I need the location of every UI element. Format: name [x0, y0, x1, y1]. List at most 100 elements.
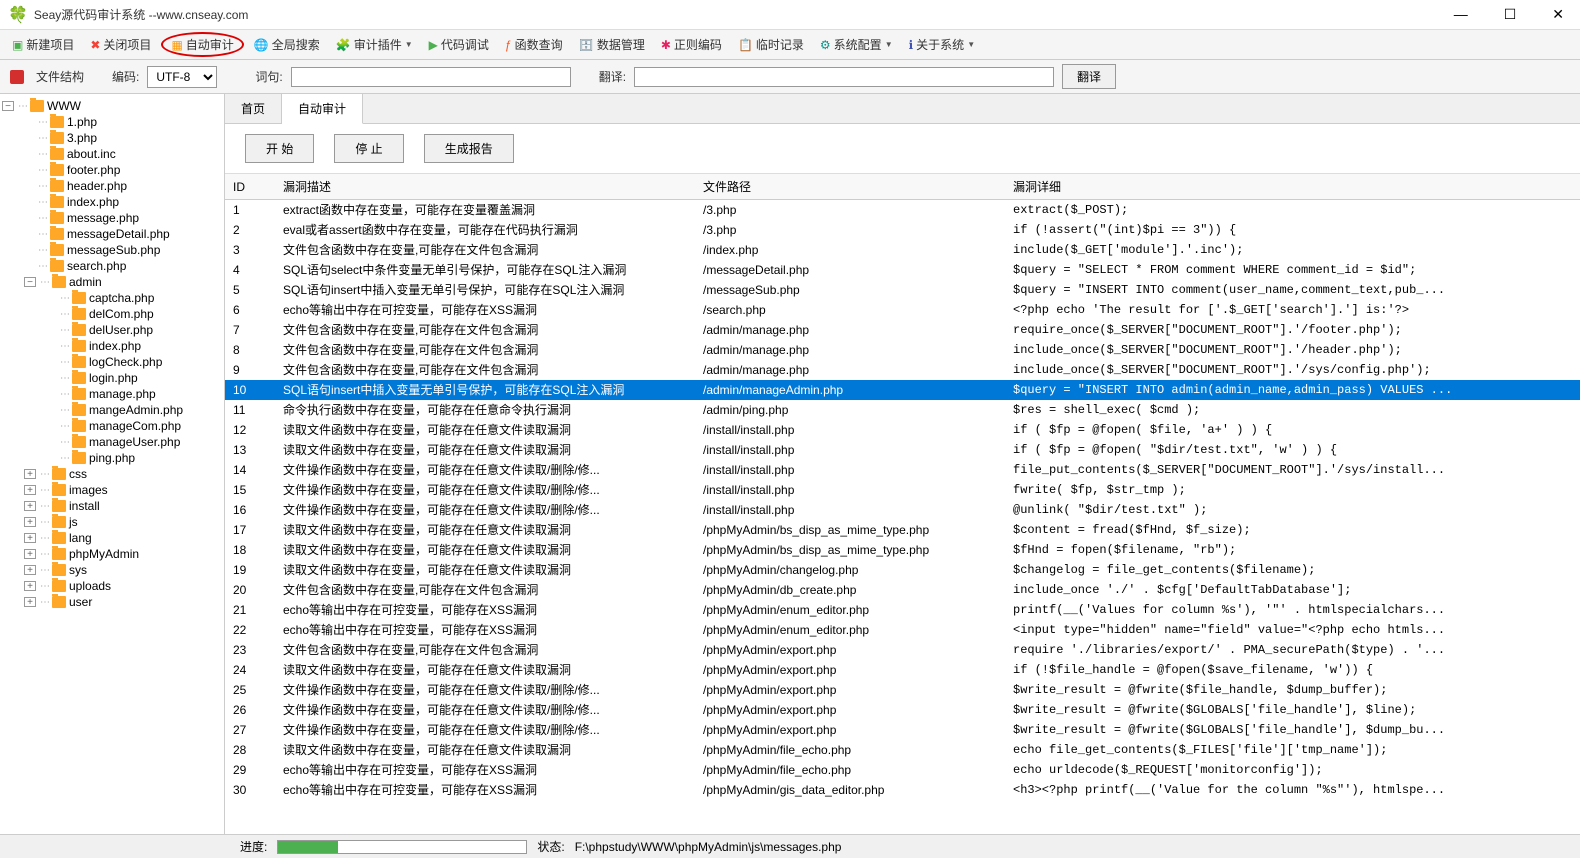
- close-project-button[interactable]: ✖关闭项目: [84, 33, 157, 56]
- tree-file[interactable]: ⋯mangeAdmin.php: [2, 402, 222, 418]
- table-row[interactable]: 20文件包含函数中存在变量,可能存在文件包含漏洞/phpMyAdmin/db_c…: [225, 580, 1580, 600]
- global-search-button[interactable]: 🌐全局搜索: [248, 33, 326, 56]
- col-detail[interactable]: 漏洞详细: [1005, 174, 1580, 200]
- tree-folder[interactable]: +⋯install: [2, 498, 222, 514]
- table-row[interactable]: 19读取文件函数中存在变量，可能存在任意文件读取漏洞/phpMyAdmin/ch…: [225, 560, 1580, 580]
- table-row[interactable]: 10SQL语句insert中插入变量无单引号保护，可能存在SQL注入漏洞/adm…: [225, 380, 1580, 400]
- table-row[interactable]: 28读取文件函数中存在变量，可能存在任意文件读取漏洞/phpMyAdmin/fi…: [225, 740, 1580, 760]
- tree-file[interactable]: ⋯messageDetail.php: [2, 226, 222, 242]
- tree-folder[interactable]: +⋯css: [2, 466, 222, 482]
- table-row[interactable]: 27文件操作函数中存在变量，可能存在任意文件读取/删除/修.../phpMyAd…: [225, 720, 1580, 740]
- table-row[interactable]: 6echo等输出中存在可控变量，可能存在XSS漏洞/search.php<?ph…: [225, 300, 1580, 320]
- table-row[interactable]: 2eval或者assert函数中存在变量，可能存在代码执行漏洞/3.phpif …: [225, 220, 1580, 240]
- start-button[interactable]: 开 始: [245, 134, 314, 163]
- tree-file[interactable]: ⋯header.php: [2, 178, 222, 194]
- about-button[interactable]: ℹ关于系统▼: [903, 33, 982, 56]
- seq-input[interactable]: [291, 67, 571, 87]
- tree-file[interactable]: ⋯search.php: [2, 258, 222, 274]
- func-query-button[interactable]: ƒ函数查询: [499, 33, 569, 56]
- tree-file[interactable]: ⋯delCom.php: [2, 306, 222, 322]
- progress-label: 进度:: [240, 838, 267, 855]
- trans-label: 翻译:: [599, 68, 626, 85]
- table-row[interactable]: 30echo等输出中存在可控变量，可能存在XSS漏洞/phpMyAdmin/gi…: [225, 780, 1580, 800]
- tree-folder[interactable]: +⋯images: [2, 482, 222, 498]
- table-row[interactable]: 8文件包含函数中存在变量,可能存在文件包含漏洞/admin/manage.php…: [225, 340, 1580, 360]
- minimize-button[interactable]: —: [1446, 6, 1476, 23]
- data-manage-button[interactable]: 🗄数据管理: [573, 33, 651, 56]
- tree-folder[interactable]: +⋯user: [2, 594, 222, 610]
- tree-file[interactable]: ⋯captcha.php: [2, 290, 222, 306]
- table-row[interactable]: 23文件包含函数中存在变量,可能存在文件包含漏洞/phpMyAdmin/expo…: [225, 640, 1580, 660]
- table-row[interactable]: 7文件包含函数中存在变量,可能存在文件包含漏洞/admin/manage.php…: [225, 320, 1580, 340]
- tree-file[interactable]: ⋯index.php: [2, 194, 222, 210]
- table-row[interactable]: 18读取文件函数中存在变量，可能存在任意文件读取漏洞/phpMyAdmin/bs…: [225, 540, 1580, 560]
- table-row[interactable]: 15文件操作函数中存在变量，可能存在任意文件读取/删除/修.../install…: [225, 480, 1580, 500]
- table-row[interactable]: 25文件操作函数中存在变量，可能存在任意文件读取/删除/修.../phpMyAd…: [225, 680, 1580, 700]
- col-desc[interactable]: 漏洞描述: [275, 174, 695, 200]
- tree-file[interactable]: ⋯footer.php: [2, 162, 222, 178]
- progress-bar: [277, 840, 527, 854]
- tree-file[interactable]: ⋯about.inc: [2, 146, 222, 162]
- content-panel: 首页 自动审计 开 始 停 止 生成报告 ID 漏洞描述 文件路径 漏洞详细 1…: [225, 94, 1580, 834]
- action-row: 开 始 停 止 生成报告: [225, 124, 1580, 173]
- sys-config-button[interactable]: ⚙系统配置▼: [814, 33, 899, 56]
- tree-folder[interactable]: +⋯lang: [2, 530, 222, 546]
- tree-file[interactable]: ⋯manageUser.php: [2, 434, 222, 450]
- translate-button[interactable]: 翻译: [1062, 64, 1116, 89]
- tree-file[interactable]: ⋯1.php: [2, 114, 222, 130]
- tree-file[interactable]: ⋯message.php: [2, 210, 222, 226]
- trans-input[interactable]: [634, 67, 1054, 87]
- table-row[interactable]: 16文件操作函数中存在变量，可能存在任意文件读取/删除/修.../install…: [225, 500, 1580, 520]
- file-tree[interactable]: −⋯WWW ⋯1.php⋯3.php⋯about.inc⋯footer.php⋯…: [0, 94, 225, 834]
- tree-file[interactable]: ⋯manageCom.php: [2, 418, 222, 434]
- table-row[interactable]: 5SQL语句insert中插入变量无单引号保护，可能存在SQL注入漏洞/mess…: [225, 280, 1580, 300]
- tree-folder[interactable]: +⋯phpMyAdmin: [2, 546, 222, 562]
- table-row[interactable]: 21echo等输出中存在可控变量，可能存在XSS漏洞/phpMyAdmin/en…: [225, 600, 1580, 620]
- table-row[interactable]: 26文件操作函数中存在变量，可能存在任意文件读取/删除/修.../phpMyAd…: [225, 700, 1580, 720]
- maximize-button[interactable]: ☐: [1496, 6, 1525, 23]
- regex-encode-button[interactable]: ✱正则编码: [655, 33, 728, 56]
- table-row[interactable]: 29echo等输出中存在可控变量，可能存在XSS漏洞/phpMyAdmin/fi…: [225, 760, 1580, 780]
- code-debug-button[interactable]: ▶代码调试: [423, 33, 495, 56]
- tree-file[interactable]: ⋯delUser.php: [2, 322, 222, 338]
- table-row[interactable]: 14文件操作函数中存在变量，可能存在任意文件读取/删除/修.../install…: [225, 460, 1580, 480]
- new-project-button[interactable]: ▣新建项目: [6, 33, 80, 56]
- tree-file[interactable]: ⋯logCheck.php: [2, 354, 222, 370]
- close-button[interactable]: ✕: [1544, 6, 1572, 23]
- table-row[interactable]: 13读取文件函数中存在变量，可能存在任意文件读取漏洞/install/insta…: [225, 440, 1580, 460]
- table-row[interactable]: 22echo等输出中存在可控变量，可能存在XSS漏洞/phpMyAdmin/en…: [225, 620, 1580, 640]
- tree-folder-admin[interactable]: −⋯admin: [2, 274, 222, 290]
- table-row[interactable]: 12读取文件函数中存在变量，可能存在任意文件读取漏洞/install/insta…: [225, 420, 1580, 440]
- table-row[interactable]: 11命令执行函数中存在变量，可能存在任意命令执行漏洞/admin/ping.ph…: [225, 400, 1580, 420]
- col-id[interactable]: ID: [225, 174, 275, 200]
- table-row[interactable]: 4SQL语句select中条件变量无单引号保护，可能存在SQL注入漏洞/mess…: [225, 260, 1580, 280]
- main-area: −⋯WWW ⋯1.php⋯3.php⋯about.inc⋯footer.php⋯…: [0, 94, 1580, 834]
- tree-file[interactable]: ⋯manage.php: [2, 386, 222, 402]
- tree-file[interactable]: ⋯3.php: [2, 130, 222, 146]
- file-struct-label: 文件结构: [36, 68, 84, 85]
- table-row[interactable]: 24读取文件函数中存在变量，可能存在任意文件读取漏洞/phpMyAdmin/ex…: [225, 660, 1580, 680]
- tree-folder[interactable]: +⋯uploads: [2, 578, 222, 594]
- stop-button[interactable]: 停 止: [334, 134, 403, 163]
- tree-file[interactable]: ⋯login.php: [2, 370, 222, 386]
- tree-file[interactable]: ⋯messageSub.php: [2, 242, 222, 258]
- tab-home[interactable]: 首页: [225, 94, 282, 123]
- table-row[interactable]: 17读取文件函数中存在变量，可能存在任意文件读取漏洞/phpMyAdmin/bs…: [225, 520, 1580, 540]
- audit-plugin-button[interactable]: 🧩审计插件▼: [330, 33, 419, 56]
- tree-file[interactable]: ⋯index.php: [2, 338, 222, 354]
- tree-root[interactable]: −⋯WWW: [2, 98, 222, 114]
- col-path[interactable]: 文件路径: [695, 174, 1005, 200]
- temp-record-button[interactable]: 📋临时记录: [732, 33, 810, 56]
- results-table-wrap[interactable]: ID 漏洞描述 文件路径 漏洞详细 1extract函数中存在变量，可能存在变量…: [225, 173, 1580, 834]
- encoding-select[interactable]: UTF-8: [147, 66, 217, 88]
- tree-file[interactable]: ⋯ping.php: [2, 450, 222, 466]
- tab-auto-audit[interactable]: 自动审计: [282, 94, 363, 124]
- tree-folder[interactable]: +⋯sys: [2, 562, 222, 578]
- table-row[interactable]: 3文件包含函数中存在变量,可能存在文件包含漏洞/index.phpinclude…: [225, 240, 1580, 260]
- table-row[interactable]: 1extract函数中存在变量，可能存在变量覆盖漏洞/3.phpextract(…: [225, 200, 1580, 221]
- titlebar: 🍀 Seay源代码审计系统 --www.cnseay.com — ☐ ✕: [0, 0, 1580, 30]
- auto-audit-button[interactable]: ▦自动审计: [161, 32, 243, 57]
- tree-folder[interactable]: +⋯js: [2, 514, 222, 530]
- report-button[interactable]: 生成报告: [424, 134, 514, 163]
- table-row[interactable]: 9文件包含函数中存在变量,可能存在文件包含漏洞/admin/manage.php…: [225, 360, 1580, 380]
